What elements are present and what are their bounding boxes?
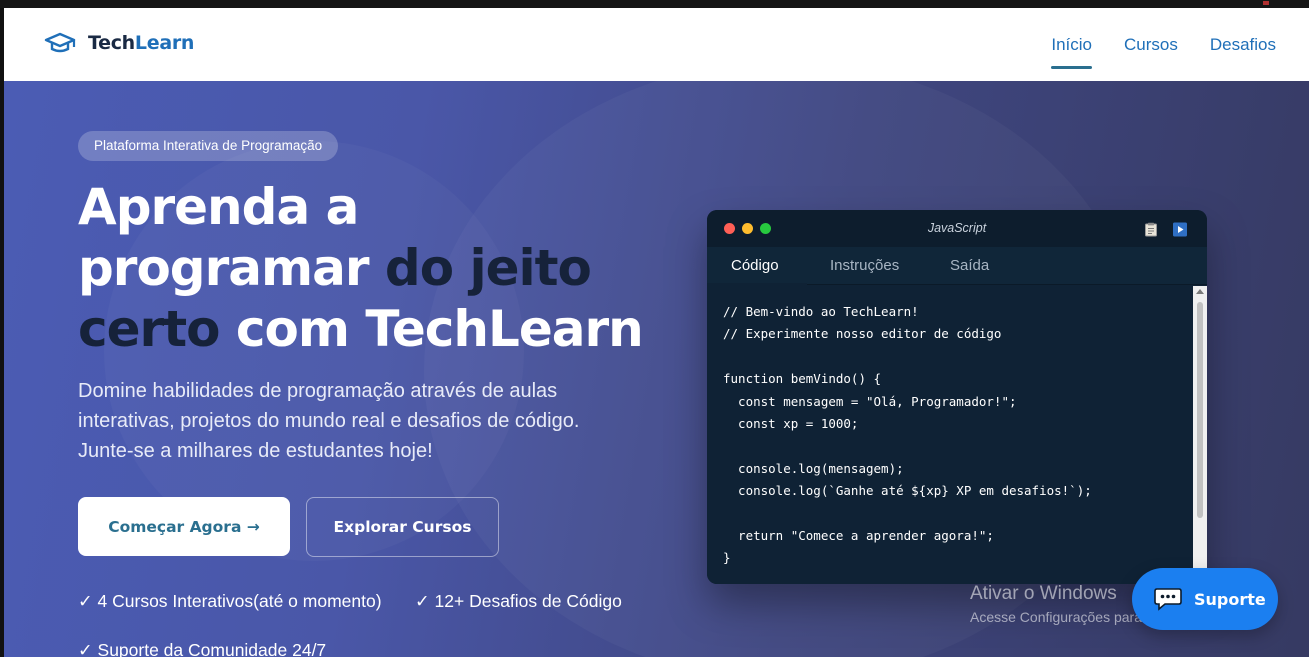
chat-bubble-icon xyxy=(1154,588,1182,611)
brand-logo-link[interactable]: TechLearn xyxy=(44,31,194,55)
brand-part-2: Learn xyxy=(134,32,195,54)
editor-tabs: Código Instruções Saída xyxy=(707,247,1207,285)
start-now-button[interactable]: Começar Agora → xyxy=(78,497,290,556)
brand-part-1: Tech xyxy=(88,32,135,54)
support-label: Suporte xyxy=(1194,589,1266,609)
title-line-2b: do jeito xyxy=(384,239,592,297)
nav-item-cursos[interactable]: Cursos xyxy=(1124,27,1178,63)
scroll-thumb[interactable] xyxy=(1197,302,1203,518)
nav-item-inicio[interactable]: Início xyxy=(1051,27,1092,69)
editor-titlebar: JavaScript xyxy=(707,210,1207,247)
platform-badge: Plataforma Interativa de Programação xyxy=(78,131,339,161)
main-nav: Início Cursos Desafios xyxy=(1019,8,1276,81)
hero-section: Plataforma Interativa de Programação Apr… xyxy=(4,81,1309,657)
title-line-2a: programar xyxy=(78,239,385,297)
window-top-strip xyxy=(0,0,1309,8)
support-button[interactable]: Suporte xyxy=(1132,568,1278,630)
feature-item: ✓ 12+ Desafios de Código xyxy=(415,591,622,611)
hero-title: Aprenda a programar do jeito certo com T… xyxy=(78,177,678,360)
close-mark xyxy=(1263,1,1269,5)
feature-item: ✓ 4 Cursos Interativos(até o momento) xyxy=(78,591,382,611)
browser-viewport: TechLearn Início Cursos Desafios Platafo… xyxy=(4,8,1309,657)
code-editor: JavaScript Código Instruções Saída // Be… xyxy=(707,210,1207,584)
code-content: // Bem-vindo ao TechLearn! // Experiment… xyxy=(723,304,1092,566)
active-tab-indicator xyxy=(707,283,807,285)
title-line-1: Aprenda a xyxy=(78,178,359,236)
tab-saida[interactable]: Saída xyxy=(950,257,989,274)
tab-codigo[interactable]: Código xyxy=(731,257,779,274)
explore-courses-button[interactable]: Explorar Cursos xyxy=(306,497,499,557)
code-area[interactable]: // Bem-vindo ao TechLearn! // Experiment… xyxy=(707,286,1193,584)
editor-language: JavaScript xyxy=(927,221,987,235)
feature-item: ✓ Suporte da Comunidade 24/7 xyxy=(78,640,327,657)
site-header: TechLearn Início Cursos Desafios xyxy=(4,8,1309,81)
brand-name: TechLearn xyxy=(88,32,194,54)
clipboard-icon[interactable] xyxy=(1144,222,1158,237)
code-scrollbar[interactable] xyxy=(1193,286,1207,584)
hero-subtitle: Domine habilidades de programação atravé… xyxy=(78,380,580,462)
tab-instrucoes[interactable]: Instruções xyxy=(830,257,899,274)
title-line-3a: certo xyxy=(78,300,220,358)
graduation-cap-icon xyxy=(44,32,76,53)
nav-item-desafios[interactable]: Desafios xyxy=(1210,27,1276,63)
play-icon[interactable] xyxy=(1173,222,1187,237)
title-line-3b: com TechLearn xyxy=(219,300,644,358)
scroll-up-icon[interactable] xyxy=(1196,289,1204,294)
